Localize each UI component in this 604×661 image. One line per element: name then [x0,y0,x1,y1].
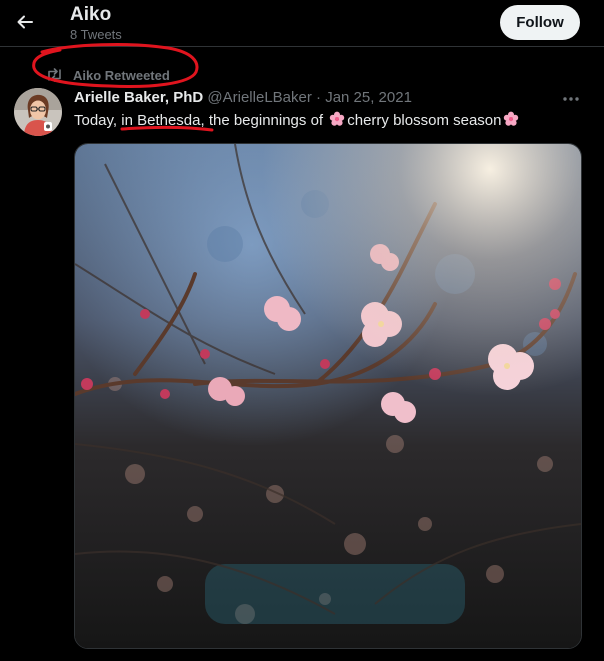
author-handle[interactable]: @ArielleLBaker [207,89,311,106]
separator-dot: · [316,89,322,106]
cherry-blossom-icon [504,111,519,126]
avatar-image [14,88,62,136]
tweet-header: Arielle Baker, PhD @ArielleLBaker · Jan … [74,89,412,106]
more-options-button[interactable] [560,90,582,108]
more-horizontal-icon [563,97,579,101]
tweet-count: 8 Tweets [70,27,122,42]
tweet-text: Today, in Bethesda, the beginnings of ch… [74,111,521,129]
retweet-indicator: Aiko Retweeted [46,66,170,84]
retweet-icon [48,68,61,82]
tweet-date[interactable]: Jan 25, 2021 [325,89,412,106]
tweet-text-part: the beginnings of [204,112,328,129]
tweet-text-part: Today, [74,112,122,129]
avatar[interactable] [14,88,62,136]
author-name[interactable]: Arielle Baker, PhD [74,89,203,106]
cherry-blossom-icon [330,111,345,126]
tweet-text-underlined: in Bethesda, [121,112,205,129]
profile-header: Aiko 8 Tweets Follow [0,0,604,47]
cherry-blossom-photo [75,144,581,648]
retweeted-by-link[interactable]: Aiko Retweeted [73,68,170,83]
follow-button[interactable]: Follow [500,5,580,40]
tweet-text-part: cherry blossom season [347,112,502,129]
back-button[interactable] [12,9,38,35]
arrow-left-icon [17,15,33,29]
profile-name: Aiko [70,4,112,25]
tweet-photo[interactable] [74,143,582,649]
